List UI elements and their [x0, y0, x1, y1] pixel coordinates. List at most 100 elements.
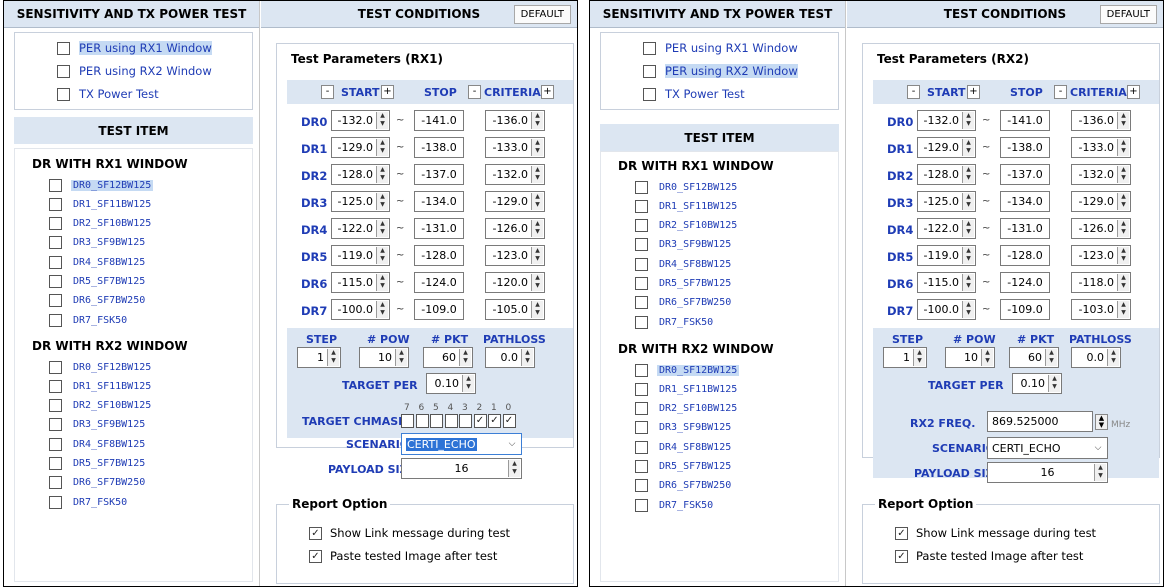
target-per-input[interactable]: 0.10 ▲ ▼ — [426, 373, 476, 394]
start-plus-button[interactable]: + — [381, 85, 394, 99]
criteria-input[interactable]: -118.0 ▲ ▼ — [1071, 272, 1131, 293]
pathloss-input[interactable]: 0.0 ▲ ▼ — [485, 347, 535, 368]
checkbox[interactable] — [635, 257, 648, 271]
checkbox[interactable]: ✓ — [309, 526, 322, 540]
start-input[interactable]: -100.0 ▲ ▼ — [331, 299, 390, 320]
test-item[interactable]: DR1_SF11BW125 — [49, 378, 153, 394]
test-item[interactable]: DR7_FSK50 — [49, 312, 129, 328]
spin-icon[interactable]: ▲ ▼ — [1117, 166, 1129, 183]
spin-icon[interactable]: ▲ ▼ — [962, 139, 974, 156]
checkbox[interactable] — [49, 294, 62, 308]
checkbox[interactable] — [635, 382, 648, 396]
test-item[interactable]: DR3_SF9BW125 — [635, 420, 733, 436]
criteria-plus-button[interactable]: + — [1127, 85, 1140, 99]
spin-icon[interactable]: ▲ ▼ — [962, 274, 974, 291]
report-paste-image[interactable]: ✓ Paste tested Image after test — [895, 549, 1083, 563]
pathloss-input[interactable]: 0.0 ▲ ▼ — [1071, 347, 1121, 368]
spin-icon[interactable]: ▲ ▼ — [981, 349, 993, 366]
option-per-rx2[interactable]: PER using RX2 Window — [643, 62, 798, 80]
stop-input[interactable]: -124.0 — [1000, 272, 1050, 293]
report-paste-image[interactable]: ✓ Paste tested Image after test — [309, 549, 497, 563]
start-minus-button[interactable]: - — [321, 85, 334, 99]
chevron-down-icon[interactable]: ⌵ — [1089, 443, 1107, 453]
checkbox[interactable] — [49, 360, 62, 374]
test-item[interactable]: DR6_SF7BW250 — [635, 295, 733, 311]
checkbox[interactable] — [635, 363, 648, 377]
checkbox[interactable] — [49, 275, 62, 288]
chmask-checkbox[interactable] — [459, 414, 472, 428]
start-input[interactable]: -132.0 ▲ ▼ — [917, 110, 976, 131]
spin-icon[interactable]: ▲ ▼ — [1045, 349, 1057, 366]
test-item[interactable]: DR2_SF10BW125 — [49, 398, 153, 414]
checkbox[interactable] — [49, 437, 62, 451]
stop-input[interactable]: -137.0 — [1000, 164, 1050, 185]
spin-icon[interactable]: ▲ ▼ — [462, 375, 474, 392]
spin-icon[interactable]: ▲ ▼ — [913, 349, 925, 366]
payload-size-input[interactable]: 16 ▲ ▼ — [987, 462, 1108, 483]
start-input[interactable]: -129.0 ▲ ▼ — [917, 137, 976, 158]
test-item[interactable]: DR4_SF8BW125 — [635, 256, 733, 272]
chmask-checkbox[interactable] — [415, 414, 429, 428]
start-input[interactable]: -125.0 ▲ ▼ — [917, 191, 976, 212]
start-input[interactable]: -132.0 ▲ ▼ — [331, 110, 390, 131]
spin-icon[interactable]: ▲ ▼ — [1117, 274, 1129, 291]
option-tx-power[interactable]: TX Power Test — [643, 85, 745, 103]
spin-icon[interactable]: ▲ ▼ — [327, 349, 339, 366]
option-per-rx1[interactable]: PER using RX1 Window — [57, 39, 212, 57]
spin-icon[interactable]: ▲ ▼ — [376, 220, 388, 237]
start-minus-button[interactable]: - — [907, 85, 920, 99]
chevron-down-icon[interactable]: ⌵ — [503, 439, 521, 449]
stop-input[interactable]: -137.0 — [414, 164, 464, 185]
checkbox[interactable] — [49, 255, 62, 269]
checkbox[interactable] — [49, 379, 62, 393]
checkbox[interactable]: ✓ — [895, 526, 908, 540]
checkbox[interactable] — [57, 41, 70, 55]
checkbox[interactable] — [635, 498, 648, 512]
scenario-select[interactable]: CERTI_ECHO ⌵ — [987, 437, 1108, 459]
step-input[interactable]: 1 ▲ ▼ — [297, 347, 341, 368]
criteria-input[interactable]: -129.0 ▲ ▼ — [485, 191, 545, 212]
spin-icon[interactable]: ▲ ▼ — [531, 166, 543, 183]
spin-icon[interactable]: ▲ ▼ — [1117, 112, 1129, 129]
spin-icon[interactable]: ▲ ▼ — [962, 220, 974, 237]
test-item[interactable]: DR4_SF8BW125 — [49, 436, 147, 452]
checkbox[interactable] — [635, 296, 648, 310]
stop-input[interactable]: -138.0 — [414, 137, 464, 158]
option-per-rx1[interactable]: PER using RX1 Window — [643, 39, 798, 57]
criteria-input[interactable]: -120.0 ▲ ▼ — [485, 272, 545, 293]
checkbox[interactable] — [49, 457, 62, 470]
checkbox[interactable] — [635, 440, 648, 454]
test-item[interactable]: DR1_SF11BW125 — [49, 196, 153, 212]
checkbox[interactable] — [635, 238, 648, 252]
stop-input[interactable]: -128.0 — [1000, 245, 1050, 266]
start-input[interactable]: -119.0 ▲ ▼ — [917, 245, 976, 266]
spin-icon[interactable]: ▲ ▼ — [531, 274, 543, 291]
criteria-plus-button[interactable]: + — [541, 85, 554, 99]
spin-icon[interactable]: ▲ ▼ — [962, 166, 974, 183]
checkbox[interactable] — [635, 315, 648, 329]
spin-icon[interactable]: ▲ ▼ — [376, 112, 388, 129]
spin-icon[interactable]: ▲ ▼ — [376, 193, 388, 210]
pow-input[interactable]: 10 ▲ ▼ — [945, 347, 995, 368]
stop-input[interactable]: -138.0 — [1000, 137, 1050, 158]
spin-icon[interactable]: ▲ ▼ — [962, 193, 974, 210]
test-item[interactable]: DR6_SF7BW250 — [635, 478, 733, 494]
test-item[interactable]: DR6_SF7BW250 — [49, 293, 147, 309]
test-item[interactable]: DR2_SF10BW125 — [49, 216, 153, 232]
criteria-input[interactable]: -132.0 ▲ ▼ — [1071, 164, 1131, 185]
test-item[interactable]: DR1_SF11BW125 — [635, 381, 739, 397]
test-item[interactable]: DR2_SF10BW125 — [635, 218, 739, 234]
criteria-input[interactable]: -132.0 ▲ ▼ — [485, 164, 545, 185]
test-item[interactable]: DR3_SF9BW125 — [49, 235, 147, 251]
spin-icon[interactable]: ▲ ▼ — [531, 112, 543, 129]
criteria-input[interactable]: -136.0 ▲ ▼ — [485, 110, 545, 131]
criteria-input[interactable]: -123.0 ▲ ▼ — [485, 245, 545, 266]
chmask-checkbox[interactable] — [444, 414, 458, 428]
checkbox[interactable] — [635, 479, 648, 493]
test-item[interactable]: DR0_SF12BW125 — [635, 362, 740, 378]
pow-input[interactable]: 10 ▲ ▼ — [359, 347, 409, 368]
spin-icon[interactable]: ▲ ▼ — [1094, 464, 1106, 481]
spin-icon[interactable]: ▲ ▼ — [531, 247, 543, 264]
checkbox[interactable] — [49, 495, 62, 509]
test-item[interactable]: DR5_SF7BW125 — [49, 456, 147, 472]
